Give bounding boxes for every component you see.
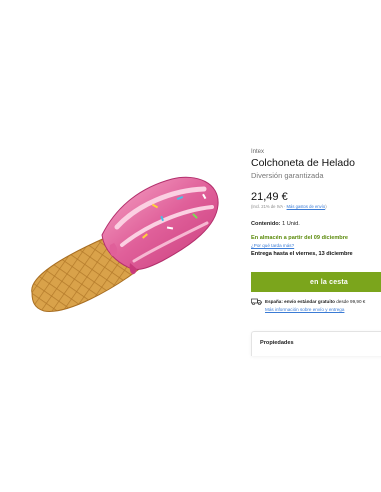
product-title: Colchoneta de Helado (251, 157, 355, 169)
shipping-info: España: envío estándar gratuito desde 99… (251, 298, 381, 318)
content-label: Contenido: (251, 221, 281, 227)
content-info: Contenido: 1 Unid. (251, 221, 300, 227)
product-price: 21,49 € (251, 191, 288, 203)
shipping-info-link[interactable]: Más información sobre envío y entrega (265, 307, 344, 312)
product-subtitle: Diversión garantizada (251, 171, 324, 180)
stock-help-link[interactable]: ¿Por qué tarda más? (251, 243, 294, 248)
shipping-text: España: envío estándar gratuito desde 99… (265, 299, 365, 304)
shipping-costs-link[interactable]: Más gastos de envío (287, 204, 326, 209)
brand-name[interactable]: Intex (251, 149, 264, 155)
shipping-bold: España: envío estándar gratuito (265, 299, 335, 304)
add-to-cart-button[interactable]: en la cesta (251, 272, 381, 292)
tax-note: (Incl. 21% de IVA · Más gastos de envío) (251, 204, 327, 209)
delivery-estimate: Entrega hasta el viernes, 13 diciembre (251, 251, 353, 257)
tax-note-text: (Incl. 21% de IVA · (251, 204, 287, 209)
truck-icon (251, 298, 262, 305)
properties-section[interactable]: Propiedades (251, 331, 381, 356)
tax-note-end: ) (325, 204, 327, 209)
ice-cream-float-image[interactable] (22, 165, 222, 325)
content-value: 1 Unid. (282, 221, 300, 227)
properties-label: Propiedades (260, 340, 294, 346)
product-info-panel: Intex Colchoneta de Helado Diversión gar… (251, 0, 381, 492)
product-image-area (0, 0, 240, 492)
shipping-rest: desde 99,90 € (334, 299, 366, 304)
stock-status: En almacén a partir del 09 diciembre (251, 235, 349, 241)
